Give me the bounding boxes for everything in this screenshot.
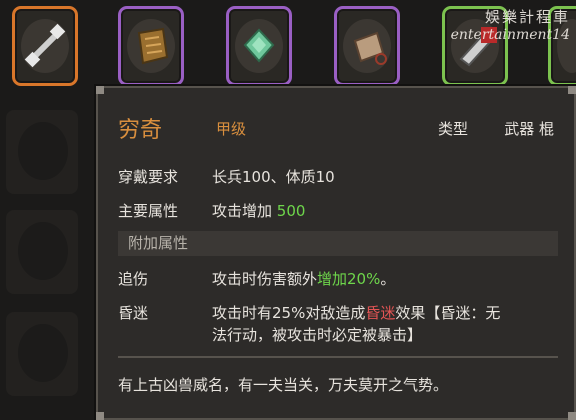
chase-damage-suffix: 。 [380,270,396,288]
chase-damage-highlight: 增加20% [317,270,381,288]
item-type-label: 类型 [437,120,468,138]
empty-slot[interactable] [6,210,78,294]
divider [118,356,558,358]
flavor-text: 有上古凶兽威名，有一夫当关，万夫莫开之气势。 [118,376,449,394]
stun-label: 昏迷 [118,304,149,322]
pouch-item-slot[interactable] [334,6,400,86]
item-name: 穷奇 [118,118,163,143]
watermark: 娛樂計程車 entertainment14 [451,6,570,43]
corner-decoration [568,86,576,94]
main-attribute-text: 攻击增加 [212,202,277,220]
armor-icon [137,27,169,65]
requirement-label: 穿戴要求 [118,168,179,186]
item-grade: 甲级 [216,120,247,138]
pouch-icon [353,31,387,65]
slot-circle [18,222,68,280]
armor-item-slot[interactable] [118,6,184,86]
watermark-chinese: 娛樂計程車 [484,8,570,26]
stun-highlight: 昏迷 [365,304,396,322]
slot-circle [18,122,68,180]
main-attribute-value: 攻击增加 500 [212,200,305,221]
stun-effect-text: 效果【昏迷：无 [395,304,501,322]
corner-decoration [568,412,576,420]
mace-weapon-slot[interactable] [12,6,78,86]
main-attribute-number: 500 [276,202,306,220]
jade-icon [243,28,275,63]
stun-desc-line1: 攻击时有25%对敌造成昏迷效果【昏迷：无 [212,302,500,323]
empty-slot[interactable] [6,110,78,194]
empty-slot[interactable] [6,312,78,396]
jade-item-slot[interactable] [226,6,292,86]
watermark-english: entertainment14 [450,27,570,43]
item-type-value: 武器 棍 [504,120,554,138]
mace-icon [24,23,66,68]
tooltip-title-row: 穷奇 甲级 类型 武器 棍 [118,112,554,143]
stun-text: 攻击时有25%对敌造成 [212,304,366,322]
extra-attribute-header: 附加属性 [118,231,558,256]
chase-damage-text: 攻击时伤害额外 [212,270,318,288]
requirement-value: 长兵100、体质10 [212,168,335,186]
chase-damage-desc: 攻击时伤害额外增加20%。 [212,268,395,289]
corner-decoration [96,86,104,94]
corner-decoration [96,412,104,420]
stun-desc-line2: 法行动，被攻击时必定被暴击】 [212,326,423,344]
chase-damage-label: 追伤 [118,270,149,288]
main-attribute-label: 主要属性 [118,202,179,220]
slot-circle [18,324,68,382]
item-tooltip: 穷奇 甲级 类型 武器 棍 穿戴要求 长兵100、体质10 主要属性 攻击增加 … [96,86,576,420]
